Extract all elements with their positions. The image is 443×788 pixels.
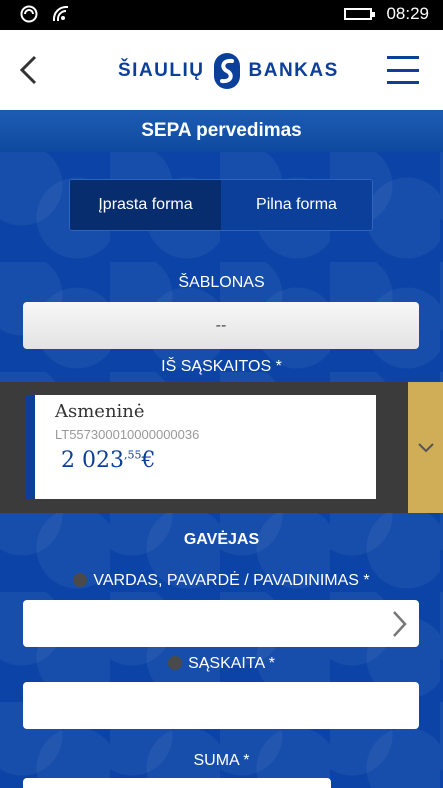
bank-logo: ŠIAULIŲ BANKAS — [118, 52, 339, 90]
menu-line — [387, 81, 419, 84]
info-dot-icon — [73, 573, 88, 587]
balance-currency: € — [141, 448, 156, 473]
page-title: SEPA pervedimas — [141, 120, 302, 141]
wifi-icon — [52, 5, 74, 28]
status-icons-right: 08:29 — [344, 4, 429, 24]
tab-full-form[interactable]: Pilna forma — [221, 180, 372, 230]
recipient-name-input[interactable] — [23, 600, 419, 647]
chevron-right-icon[interactable] — [391, 610, 407, 638]
template-select-value: -- — [215, 316, 227, 334]
account-name: Asmeninė — [55, 401, 145, 422]
account-balance: 2 023,55€ — [61, 448, 376, 473]
recipient-account-label: SĄSKAITA * — [0, 655, 443, 673]
balance-main: 2 023 — [61, 448, 124, 473]
chevron-down-icon — [417, 442, 434, 452]
menu-line — [387, 56, 419, 59]
recipient-account-input[interactable] — [23, 682, 419, 729]
page-title-bar: SEPA pervedimas — [0, 110, 443, 152]
balance-cents: ,55 — [123, 448, 142, 462]
status-icons-left — [20, 5, 74, 28]
data-sync-icon — [20, 5, 38, 28]
logo-text-right: BANKAS — [248, 60, 339, 81]
logo-text-left: ŠIAULIŲ — [118, 60, 205, 81]
bank-logo-icon — [213, 53, 240, 89]
battery-icon — [344, 8, 376, 20]
account-iban: LT557300010000000036 — [55, 427, 200, 442]
status-bar: 08:29 — [0, 0, 443, 30]
back-button[interactable] — [8, 50, 48, 90]
account-selector[interactable]: Asmeninė LT557300010000000036 2 023,55€ — [0, 382, 443, 513]
hamburger-menu-button[interactable] — [387, 56, 419, 84]
account-card[interactable]: Asmeninė LT557300010000000036 2 023,55€ — [26, 395, 376, 499]
transfer-form: Įprasta forma Pilna forma ŠABLONAS -- IŠ… — [0, 152, 443, 788]
menu-line — [387, 68, 419, 72]
app-header: ŠIAULIŲ BANKAS — [0, 30, 443, 110]
clock: 08:29 — [386, 4, 429, 23]
account-dropdown-button[interactable] — [408, 382, 443, 513]
template-label: ŠABLONAS — [178, 274, 265, 291]
amount-label: SUMA * — [193, 752, 250, 769]
form-type-tabs: Įprasta forma Pilna forma — [69, 179, 373, 231]
amount-input[interactable] — [23, 778, 331, 788]
tab-standard-form[interactable]: Įprasta forma — [70, 180, 221, 230]
recipient-account-label-text: SĄSKAITA * — [188, 655, 275, 672]
info-dot-icon — [168, 656, 183, 670]
from-account-label: IŠ SĄSKAITOS * — [161, 358, 282, 375]
template-select[interactable]: -- — [23, 302, 419, 349]
recipient-name-label: VARDAS, PAVARDĖ / PAVADINIMAS * — [0, 572, 443, 590]
recipient-section-label: GAVĖJAS — [183, 531, 260, 548]
recipient-name-label-text: VARDAS, PAVARDĖ / PAVADINIMAS * — [93, 572, 370, 589]
chevron-left-icon — [19, 55, 37, 85]
